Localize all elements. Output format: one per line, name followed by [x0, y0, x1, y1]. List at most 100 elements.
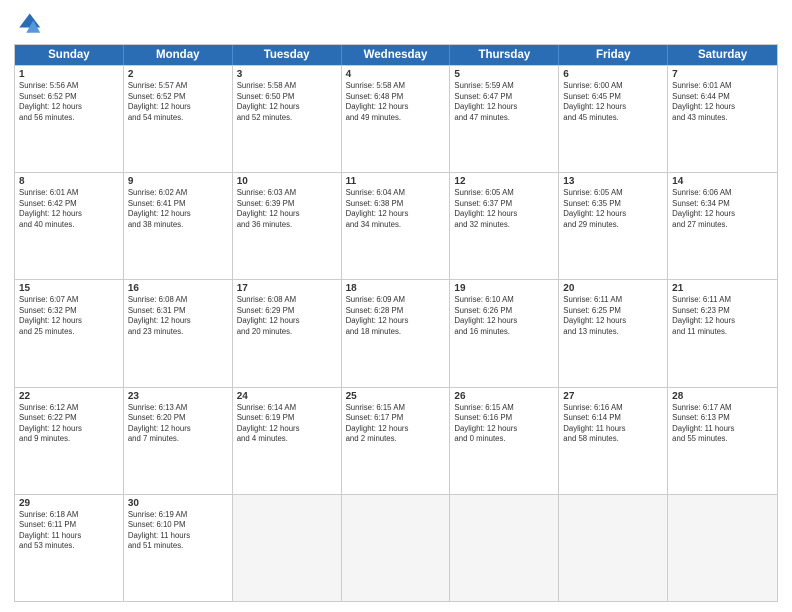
day-number: 26: [454, 391, 554, 402]
day-info: Sunrise: 6:19 AM Sunset: 6:10 PM Dayligh…: [128, 510, 228, 552]
calendar-day-16: 16Sunrise: 6:08 AM Sunset: 6:31 PM Dayli…: [124, 280, 233, 386]
day-info: Sunrise: 6:05 AM Sunset: 6:37 PM Dayligh…: [454, 188, 554, 230]
day-info: Sunrise: 6:11 AM Sunset: 6:25 PM Dayligh…: [563, 295, 663, 337]
calendar-day-17: 17Sunrise: 6:08 AM Sunset: 6:29 PM Dayli…: [233, 280, 342, 386]
day-number: 13: [563, 176, 663, 187]
calendar-day-8: 8Sunrise: 6:01 AM Sunset: 6:42 PM Daylig…: [15, 173, 124, 279]
calendar-day-5: 5Sunrise: 5:59 AM Sunset: 6:47 PM Daylig…: [450, 66, 559, 172]
day-info: Sunrise: 6:01 AM Sunset: 6:42 PM Dayligh…: [19, 188, 119, 230]
day-number: 5: [454, 69, 554, 80]
calendar-day-7: 7Sunrise: 6:01 AM Sunset: 6:44 PM Daylig…: [668, 66, 777, 172]
day-info: Sunrise: 6:04 AM Sunset: 6:38 PM Dayligh…: [346, 188, 446, 230]
calendar-day-10: 10Sunrise: 6:03 AM Sunset: 6:39 PM Dayli…: [233, 173, 342, 279]
day-info: Sunrise: 6:01 AM Sunset: 6:44 PM Dayligh…: [672, 81, 773, 123]
day-number: 16: [128, 283, 228, 294]
calendar-day-21: 21Sunrise: 6:11 AM Sunset: 6:23 PM Dayli…: [668, 280, 777, 386]
day-info: Sunrise: 6:18 AM Sunset: 6:11 PM Dayligh…: [19, 510, 119, 552]
calendar-header-friday: Friday: [559, 45, 668, 65]
calendar-day-6: 6Sunrise: 6:00 AM Sunset: 6:45 PM Daylig…: [559, 66, 668, 172]
day-number: 9: [128, 176, 228, 187]
day-number: 6: [563, 69, 663, 80]
day-info: Sunrise: 5:57 AM Sunset: 6:52 PM Dayligh…: [128, 81, 228, 123]
day-info: Sunrise: 6:08 AM Sunset: 6:31 PM Dayligh…: [128, 295, 228, 337]
day-info: Sunrise: 6:15 AM Sunset: 6:17 PM Dayligh…: [346, 403, 446, 445]
day-number: 24: [237, 391, 337, 402]
day-info: Sunrise: 6:08 AM Sunset: 6:29 PM Dayligh…: [237, 295, 337, 337]
calendar-empty: [233, 495, 342, 601]
page: SundayMondayTuesdayWednesdayThursdayFrid…: [0, 0, 792, 612]
calendar-day-22: 22Sunrise: 6:12 AM Sunset: 6:22 PM Dayli…: [15, 388, 124, 494]
calendar-week-5: 29Sunrise: 6:18 AM Sunset: 6:11 PM Dayli…: [15, 494, 777, 601]
calendar-empty: [559, 495, 668, 601]
calendar-day-27: 27Sunrise: 6:16 AM Sunset: 6:14 PM Dayli…: [559, 388, 668, 494]
day-number: 29: [19, 498, 119, 509]
day-number: 21: [672, 283, 773, 294]
calendar-day-9: 9Sunrise: 6:02 AM Sunset: 6:41 PM Daylig…: [124, 173, 233, 279]
calendar-empty: [450, 495, 559, 601]
day-number: 12: [454, 176, 554, 187]
calendar-week-3: 15Sunrise: 6:07 AM Sunset: 6:32 PM Dayli…: [15, 279, 777, 386]
calendar-header-sunday: Sunday: [15, 45, 124, 65]
day-info: Sunrise: 6:05 AM Sunset: 6:35 PM Dayligh…: [563, 188, 663, 230]
calendar-body: 1Sunrise: 5:56 AM Sunset: 6:52 PM Daylig…: [15, 65, 777, 601]
calendar-day-24: 24Sunrise: 6:14 AM Sunset: 6:19 PM Dayli…: [233, 388, 342, 494]
day-number: 8: [19, 176, 119, 187]
day-number: 15: [19, 283, 119, 294]
calendar-day-28: 28Sunrise: 6:17 AM Sunset: 6:13 PM Dayli…: [668, 388, 777, 494]
day-info: Sunrise: 5:58 AM Sunset: 6:48 PM Dayligh…: [346, 81, 446, 123]
day-number: 28: [672, 391, 773, 402]
day-info: Sunrise: 6:17 AM Sunset: 6:13 PM Dayligh…: [672, 403, 773, 445]
day-info: Sunrise: 6:02 AM Sunset: 6:41 PM Dayligh…: [128, 188, 228, 230]
day-info: Sunrise: 6:12 AM Sunset: 6:22 PM Dayligh…: [19, 403, 119, 445]
day-number: 1: [19, 69, 119, 80]
calendar-day-29: 29Sunrise: 6:18 AM Sunset: 6:11 PM Dayli…: [15, 495, 124, 601]
calendar-day-19: 19Sunrise: 6:10 AM Sunset: 6:26 PM Dayli…: [450, 280, 559, 386]
calendar-day-30: 30Sunrise: 6:19 AM Sunset: 6:10 PM Dayli…: [124, 495, 233, 601]
calendar-empty: [342, 495, 451, 601]
day-info: Sunrise: 6:00 AM Sunset: 6:45 PM Dayligh…: [563, 81, 663, 123]
day-info: Sunrise: 6:13 AM Sunset: 6:20 PM Dayligh…: [128, 403, 228, 445]
calendar-day-18: 18Sunrise: 6:09 AM Sunset: 6:28 PM Dayli…: [342, 280, 451, 386]
calendar-header-wednesday: Wednesday: [342, 45, 451, 65]
day-number: 22: [19, 391, 119, 402]
calendar-day-15: 15Sunrise: 6:07 AM Sunset: 6:32 PM Dayli…: [15, 280, 124, 386]
calendar-day-2: 2Sunrise: 5:57 AM Sunset: 6:52 PM Daylig…: [124, 66, 233, 172]
calendar-header-tuesday: Tuesday: [233, 45, 342, 65]
calendar-day-25: 25Sunrise: 6:15 AM Sunset: 6:17 PM Dayli…: [342, 388, 451, 494]
calendar-day-23: 23Sunrise: 6:13 AM Sunset: 6:20 PM Dayli…: [124, 388, 233, 494]
day-number: 14: [672, 176, 773, 187]
day-number: 19: [454, 283, 554, 294]
calendar-header-thursday: Thursday: [450, 45, 559, 65]
calendar: SundayMondayTuesdayWednesdayThursdayFrid…: [14, 44, 778, 602]
day-info: Sunrise: 6:03 AM Sunset: 6:39 PM Dayligh…: [237, 188, 337, 230]
calendar-week-4: 22Sunrise: 6:12 AM Sunset: 6:22 PM Dayli…: [15, 387, 777, 494]
calendar-day-13: 13Sunrise: 6:05 AM Sunset: 6:35 PM Dayli…: [559, 173, 668, 279]
day-number: 23: [128, 391, 228, 402]
day-number: 11: [346, 176, 446, 187]
day-info: Sunrise: 6:15 AM Sunset: 6:16 PM Dayligh…: [454, 403, 554, 445]
calendar-day-14: 14Sunrise: 6:06 AM Sunset: 6:34 PM Dayli…: [668, 173, 777, 279]
calendar-day-11: 11Sunrise: 6:04 AM Sunset: 6:38 PM Dayli…: [342, 173, 451, 279]
calendar-day-20: 20Sunrise: 6:11 AM Sunset: 6:25 PM Dayli…: [559, 280, 668, 386]
calendar-header-monday: Monday: [124, 45, 233, 65]
day-info: Sunrise: 6:14 AM Sunset: 6:19 PM Dayligh…: [237, 403, 337, 445]
logo: [14, 10, 46, 38]
day-number: 20: [563, 283, 663, 294]
day-number: 7: [672, 69, 773, 80]
day-info: Sunrise: 5:59 AM Sunset: 6:47 PM Dayligh…: [454, 81, 554, 123]
day-info: Sunrise: 6:09 AM Sunset: 6:28 PM Dayligh…: [346, 295, 446, 337]
day-info: Sunrise: 6:07 AM Sunset: 6:32 PM Dayligh…: [19, 295, 119, 337]
calendar-day-1: 1Sunrise: 5:56 AM Sunset: 6:52 PM Daylig…: [15, 66, 124, 172]
logo-icon: [14, 10, 42, 38]
day-number: 10: [237, 176, 337, 187]
calendar-header: SundayMondayTuesdayWednesdayThursdayFrid…: [15, 45, 777, 65]
calendar-day-12: 12Sunrise: 6:05 AM Sunset: 6:37 PM Dayli…: [450, 173, 559, 279]
day-number: 30: [128, 498, 228, 509]
calendar-day-26: 26Sunrise: 6:15 AM Sunset: 6:16 PM Dayli…: [450, 388, 559, 494]
calendar-week-1: 1Sunrise: 5:56 AM Sunset: 6:52 PM Daylig…: [15, 65, 777, 172]
day-info: Sunrise: 6:10 AM Sunset: 6:26 PM Dayligh…: [454, 295, 554, 337]
day-number: 3: [237, 69, 337, 80]
calendar-week-2: 8Sunrise: 6:01 AM Sunset: 6:42 PM Daylig…: [15, 172, 777, 279]
day-number: 4: [346, 69, 446, 80]
day-info: Sunrise: 6:11 AM Sunset: 6:23 PM Dayligh…: [672, 295, 773, 337]
